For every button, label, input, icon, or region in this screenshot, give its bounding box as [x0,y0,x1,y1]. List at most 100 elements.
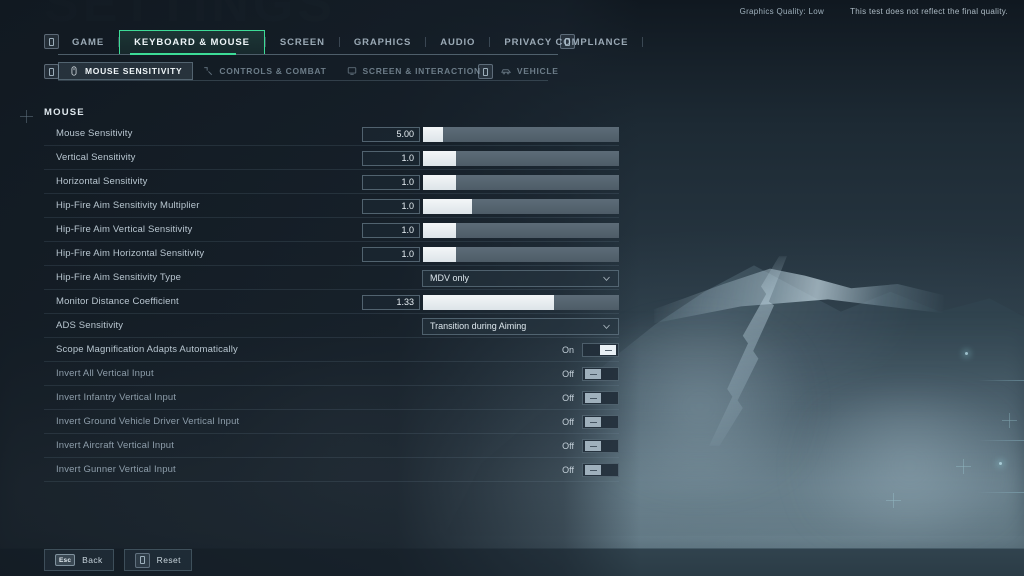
toggle-knob [585,393,601,403]
subtab-screen-and-interaction[interactable]: SCREEN & INTERACTION [337,62,491,80]
toggle-group[interactable]: On [556,343,619,357]
quality-disclaimer: This test does not reflect the final qua… [850,7,1008,16]
toggle-switch[interactable] [582,463,619,477]
setting-control: Off [556,434,619,458]
tab-next-badge[interactable] [560,34,575,49]
value-input[interactable]: 1.0 [362,198,420,214]
slider-track[interactable] [423,150,619,166]
value-input[interactable]: 1.0 [362,174,420,190]
settings-row[interactable]: Hip-Fire Aim Sensitivity Type MDV only [44,266,619,290]
reset-button[interactable]: Reset [123,549,192,571]
tab-underline [58,53,558,55]
toggle-group[interactable]: Off [556,367,619,381]
subtab-mouse-sensitivity[interactable]: MOUSE SENSITIVITY [58,62,194,80]
tab-game[interactable]: GAME [58,30,118,54]
slider-fill [423,246,457,262]
value-input[interactable]: 1.0 [362,246,420,262]
footer-actions: Esc Back Reset [44,549,192,571]
toggle-knob [585,441,601,451]
subtab-controls-and-combat[interactable]: CONTROLS & COMBAT [193,62,336,80]
toggle-state-label: Off [562,441,574,451]
value-input[interactable]: 1.0 [362,150,420,166]
setting-label: Invert Infantry Vertical Input [56,392,177,403]
slider-track[interactable] [423,246,619,262]
settings-row[interactable]: Hip-Fire Aim Vertical Sensitivity 1.0 [44,218,619,242]
toggle-switch[interactable] [582,391,619,405]
settings-row[interactable]: Mouse Sensitivity 5.00 [44,122,619,146]
reset-key-icon [134,552,150,568]
setting-control: 1.0 [362,194,619,218]
toggle-switch[interactable] [582,415,619,429]
toggle-group[interactable]: Off [556,439,619,453]
slider-fill [423,294,555,310]
crosshair-icon [204,67,213,76]
subtab-next-badge[interactable] [478,64,493,79]
slider-track[interactable] [423,198,619,214]
toggle-group[interactable]: Off [556,391,619,405]
value-input[interactable]: 5.00 [362,126,420,142]
dropdown-select[interactable]: Transition during Aiming [422,317,619,335]
spark-marker [956,459,971,474]
back-button[interactable]: Esc Back [44,549,114,571]
settings-row[interactable]: Vertical Sensitivity 1.0 [44,146,619,170]
toggle-switch[interactable] [582,343,619,357]
chevron-down-icon [603,324,610,329]
dropdown-select[interactable]: MDV only [422,269,619,287]
value-input[interactable]: 1.0 [362,222,420,238]
tab-audio[interactable]: AUDIO [426,30,489,54]
left-edge-crosshair-icon [20,110,33,123]
slider-track[interactable] [423,126,619,142]
toggle-group[interactable]: Off [556,463,619,477]
toggle-knob [600,345,616,355]
status-bar: Graphics Quality: Low This test does not… [740,7,1008,16]
settings-row[interactable]: Horizontal Sensitivity 1.0 [44,170,619,194]
toggle-switch[interactable] [582,367,619,381]
back-label: Back [82,555,103,565]
toggle-group[interactable]: Off [556,415,619,429]
setting-label: Hip-Fire Aim Horizontal Sensitivity [56,248,205,259]
slider-track[interactable] [423,222,619,238]
mouse-icon [71,66,77,76]
settings-row[interactable]: Scope Magnification Adapts Automatically… [44,338,619,362]
setting-label: Hip-Fire Aim Sensitivity Multiplier [56,200,200,211]
settings-row[interactable]: Hip-Fire Aim Horizontal Sensitivity 1.0 [44,242,619,266]
settings-row[interactable]: ADS Sensitivity Transition during Aiming [44,314,619,338]
dropdown-value: MDV only [430,273,470,283]
setting-label: ADS Sensitivity [56,320,124,331]
tab-graphics[interactable]: GRAPHICS [340,30,425,54]
settings-row[interactable]: Invert Aircraft Vertical Input Off [44,434,619,458]
active-tab-indicator [130,53,236,55]
toggle-state-label: Off [562,465,574,475]
subtab-vehicle[interactable]: VEHICLE [491,62,569,80]
slider-track[interactable] [423,174,619,190]
bumper-right-icon [560,34,575,49]
settings-row[interactable]: Invert All Vertical Input Off [44,362,619,386]
setting-control: 1.0 [362,242,619,266]
setting-label: Monitor Distance Coefficient [56,296,179,307]
settings-row[interactable]: Invert Infantry Vertical Input Off [44,386,619,410]
setting-label: Invert Ground Vehicle Driver Vertical In… [56,416,240,427]
setting-control: Off [556,362,619,386]
slider-fill [423,126,443,142]
tab-screen[interactable]: SCREEN [266,30,339,54]
toggle-knob [585,369,601,379]
tab-label: KEYBOARD & MOUSE [134,37,250,48]
setting-label: Mouse Sensitivity [56,128,133,139]
tab-separator [642,37,644,47]
settings-row[interactable]: Invert Gunner Vertical Input Off [44,458,619,482]
toggle-state-label: On [561,345,574,355]
settings-row[interactable]: Hip-Fire Aim Sensitivity Multiplier 1.0 [44,194,619,218]
tab-keyboard-and-mouse[interactable]: KEYBOARD & MOUSE [119,30,265,54]
setting-control: Off [556,410,619,434]
setting-control: 5.00 [362,122,619,146]
slider-track[interactable] [423,294,619,310]
toggle-switch[interactable] [582,439,619,453]
slider-fill [423,198,472,214]
setting-label: Invert Gunner Vertical Input [56,464,176,475]
settings-row[interactable]: Monitor Distance Coefficient 1.33 [44,290,619,314]
main-tabs: GAME KEYBOARD & MOUSE SCREEN GRAPHICS AU… [58,30,644,54]
value-input[interactable]: 1.33 [362,294,420,310]
subtab-label: SCREEN & INTERACTION [362,66,481,76]
settings-row[interactable]: Invert Ground Vehicle Driver Vertical In… [44,410,619,434]
setting-control: Off [556,386,619,410]
